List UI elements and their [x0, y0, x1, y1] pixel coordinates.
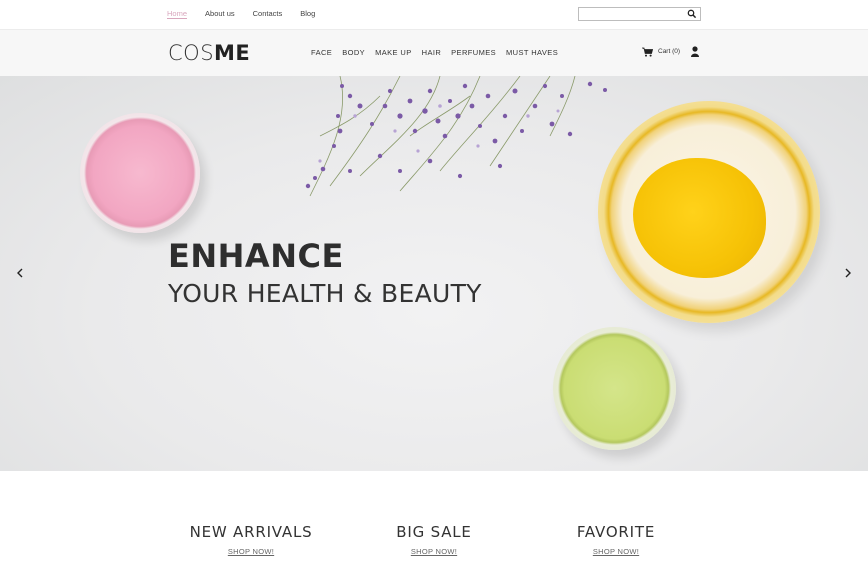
nav-item-face[interactable]: FACE: [311, 48, 332, 57]
feature-title: NEW ARRIVALS: [189, 523, 313, 541]
cart-icon: [642, 47, 653, 57]
nav-item-perfumes[interactable]: PERFUMES: [451, 48, 496, 57]
top-link-contacts[interactable]: Contacts: [253, 9, 283, 19]
search-icon[interactable]: [687, 9, 697, 19]
main-header: COSME FACE BODY MAKE UP HAIR PERFUMES MU…: [0, 29, 868, 76]
main-nav: FACE BODY MAKE UP HAIR PERFUMES MUST HAV…: [311, 48, 558, 57]
hero-title: ENHANCE: [168, 237, 344, 275]
top-link-home[interactable]: Home: [167, 9, 188, 19]
top-bar: Home About us Contacts Blog: [0, 0, 868, 29]
lavender-flowers-image: [305, 76, 607, 197]
chevron-right-icon[interactable]: [842, 266, 854, 280]
nav-item-body[interactable]: BODY: [342, 48, 365, 57]
top-link-about[interactable]: About us: [205, 9, 235, 19]
feature-big-sale: BIG SALE SHOP NOW!: [334, 523, 534, 559]
shop-now-link[interactable]: SHOP NOW!: [228, 547, 274, 556]
cart-link[interactable]: Cart (0): [642, 46, 700, 57]
pink-scrub-bowl-image: [80, 113, 200, 233]
user-icon[interactable]: [691, 46, 700, 57]
top-links: Home About us Contacts Blog: [167, 9, 315, 19]
cart-label: Cart (0): [658, 48, 681, 55]
nav-item-hair[interactable]: HAIR: [422, 48, 442, 57]
hero-slider: ENHANCE YOUR HEALTH & BEAUTY: [0, 76, 868, 471]
feature-title: BIG SALE: [396, 523, 472, 541]
logo-bold-part: ME: [214, 41, 251, 65]
feature-title: FAVORITE: [576, 523, 656, 541]
green-scrub-bowl-image: [553, 327, 676, 450]
shop-now-link[interactable]: SHOP NOW!: [593, 547, 639, 556]
shop-now-link[interactable]: SHOP NOW!: [411, 547, 457, 556]
nav-item-make-up[interactable]: MAKE UP: [375, 48, 412, 57]
logo-light-part: COS: [168, 41, 215, 65]
nav-item-must-haves[interactable]: MUST HAVES: [506, 48, 558, 57]
hero-subtitle: YOUR HEALTH & BEAUTY: [168, 279, 482, 308]
top-link-blog[interactable]: Blog: [300, 9, 315, 19]
search-input[interactable]: [579, 13, 684, 26]
search-box: [578, 7, 701, 26]
site-logo[interactable]: COSME: [168, 41, 250, 65]
feature-new-arrivals: NEW ARRIVALS SHOP NOW!: [151, 523, 351, 559]
chevron-left-icon[interactable]: [14, 266, 26, 280]
feature-links: NEW ARRIVALS SHOP NOW! BIG SALE SHOP NOW…: [0, 471, 868, 580]
feature-favorite: FAVORITE SHOP NOW!: [516, 523, 716, 559]
